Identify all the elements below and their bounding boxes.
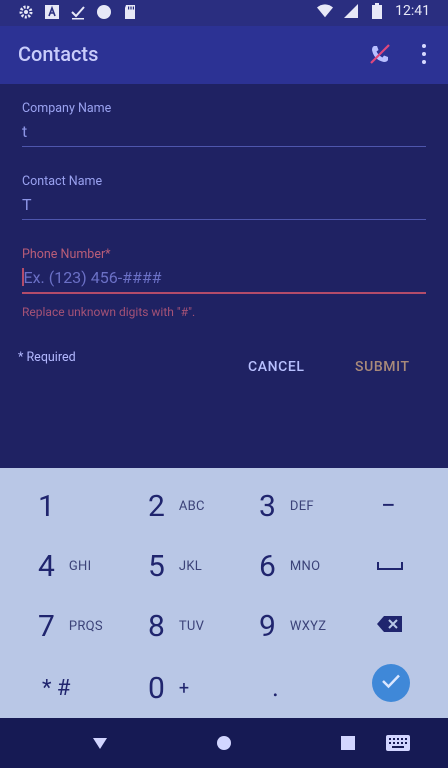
key-8[interactable]: 8 TUV bbox=[148, 596, 204, 656]
key-digit: . bbox=[272, 673, 279, 703]
key-minus[interactable]: − bbox=[381, 476, 396, 536]
company-name-field[interactable]: Company Name t bbox=[22, 101, 426, 147]
home-circle-icon[interactable] bbox=[212, 732, 236, 754]
space-icon bbox=[376, 557, 404, 576]
key-digit: 2 bbox=[148, 488, 165, 524]
key-5[interactable]: 5 JKL bbox=[148, 536, 202, 596]
phone-number-underline bbox=[22, 292, 426, 294]
key-digit: 7 bbox=[38, 608, 55, 644]
signal-icon bbox=[343, 3, 359, 19]
overflow-menu-icon[interactable] bbox=[418, 42, 430, 66]
phone-slash-icon[interactable] bbox=[368, 42, 392, 66]
phone-number-placeholder: Ex. (123) 456-#### bbox=[23, 268, 162, 287]
gear-icon bbox=[18, 4, 34, 20]
check-icon bbox=[70, 4, 86, 20]
backspace-icon bbox=[376, 614, 404, 638]
key-digit: 6 bbox=[259, 548, 276, 584]
key-star-hash[interactable]: * # bbox=[42, 658, 70, 718]
required-note: * Required bbox=[18, 350, 76, 365]
key-letters: ABC bbox=[178, 498, 205, 514]
recents-square-icon[interactable] bbox=[336, 732, 360, 754]
key-digit: 1 bbox=[38, 488, 55, 524]
company-name-label: Company Name bbox=[22, 101, 112, 116]
contact-name-underline bbox=[22, 219, 426, 220]
back-triangle-icon[interactable] bbox=[88, 732, 112, 754]
key-digit: 8 bbox=[148, 608, 165, 644]
key-letters: WXYZ bbox=[289, 618, 327, 634]
key-space[interactable] bbox=[376, 536, 404, 596]
key-digit: 3 bbox=[259, 488, 276, 524]
sd-card-icon bbox=[122, 4, 138, 20]
status-bar: 12:41 bbox=[0, 0, 448, 26]
key-letters: GHI bbox=[68, 558, 92, 574]
phone-help-text: Replace unknown digits with "#". bbox=[22, 305, 196, 319]
key-4[interactable]: 4 GHI bbox=[38, 536, 91, 596]
battery-icon bbox=[369, 3, 385, 19]
key-digit: 0 bbox=[148, 670, 165, 706]
contact-form: Company Name t Contact Name T Phone Numb… bbox=[0, 84, 448, 468]
page-title: Contacts bbox=[18, 42, 99, 66]
key-1[interactable]: 1 bbox=[38, 476, 55, 536]
key-digit: 4 bbox=[38, 548, 55, 584]
submit-button[interactable]: SUBMIT bbox=[355, 359, 410, 375]
key-0[interactable]: 0 + bbox=[148, 658, 189, 718]
key-letters: JKL bbox=[178, 558, 203, 574]
contact-name-label: Contact Name bbox=[22, 174, 103, 189]
key-2[interactable]: 2 ABC bbox=[148, 476, 205, 536]
phone-number-label: Phone Number* bbox=[22, 247, 111, 262]
status-time: 12:41 bbox=[395, 3, 430, 19]
contact-name-field[interactable]: Contact Name T bbox=[22, 174, 426, 220]
phone-number-input[interactable]: Ex. (123) 456-#### bbox=[22, 268, 426, 288]
cancel-button[interactable]: CANCEL bbox=[248, 359, 305, 375]
app-bar: Contacts bbox=[0, 26, 448, 84]
phone-number-field[interactable]: Phone Number* Ex. (123) 456-#### bbox=[22, 247, 426, 294]
key-digit: * # bbox=[42, 675, 71, 701]
key-6[interactable]: 6 MNO bbox=[259, 536, 320, 596]
navigation-bar bbox=[0, 718, 448, 768]
key-letters: DEF bbox=[289, 498, 314, 514]
company-name-input[interactable]: t bbox=[22, 122, 426, 142]
minus-glyph: − bbox=[381, 491, 396, 521]
done-button[interactable] bbox=[372, 664, 410, 702]
keyboard-icon[interactable] bbox=[386, 732, 410, 754]
circle-icon bbox=[96, 4, 112, 20]
check-icon bbox=[381, 673, 401, 693]
company-name-underline bbox=[22, 146, 426, 147]
key-7[interactable]: 7 PRQS bbox=[38, 596, 103, 656]
key-9[interactable]: 9 WXYZ bbox=[259, 596, 326, 656]
key-digit: 5 bbox=[148, 548, 165, 584]
key-backspace[interactable] bbox=[376, 596, 404, 656]
key-digit: 9 bbox=[259, 608, 276, 644]
key-dot[interactable]: . bbox=[272, 658, 279, 718]
key-letters: MNO bbox=[289, 558, 321, 574]
text-a-icon bbox=[44, 4, 60, 20]
key-letters: + bbox=[178, 677, 190, 699]
wifi-icon bbox=[317, 3, 334, 19]
key-letters: TUV bbox=[178, 618, 205, 634]
contact-name-input[interactable]: T bbox=[22, 195, 426, 215]
key-letters: PRQS bbox=[68, 618, 103, 634]
key-3[interactable]: 3 DEF bbox=[259, 476, 314, 536]
